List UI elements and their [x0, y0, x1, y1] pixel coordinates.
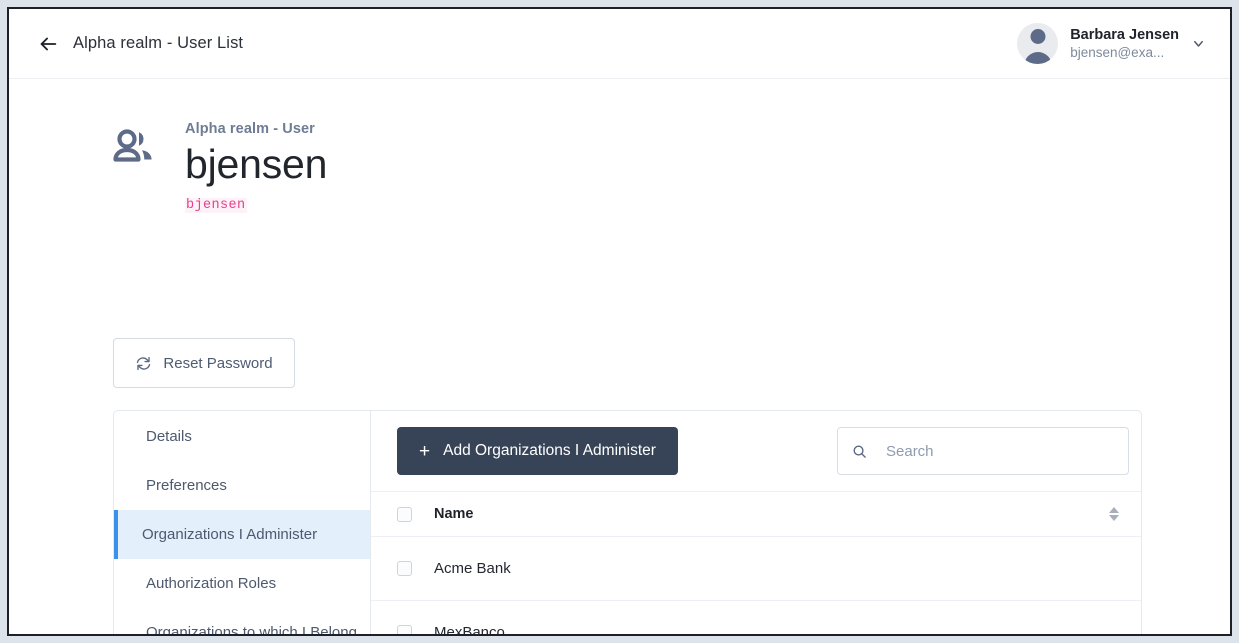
- sidebar-item-label: Organizations I Administer: [142, 526, 317, 543]
- sidebar-item-details[interactable]: Details: [114, 412, 370, 461]
- chevron-down-icon: [1191, 36, 1206, 51]
- back-button[interactable]: [33, 29, 63, 59]
- app-bar: Alpha realm - User List Barbara Jensen b…: [9, 9, 1230, 79]
- table-row[interactable]: Acme Bank: [371, 536, 1141, 600]
- page-title: bjensen: [185, 140, 327, 188]
- sidebar-item-label: Authorization Roles: [146, 575, 276, 592]
- reset-password-button[interactable]: Reset Password: [113, 338, 295, 388]
- user-email: bjensen@exa...: [1070, 44, 1179, 61]
- refresh-cycle-icon: [135, 355, 152, 372]
- search-input[interactable]: [886, 443, 1114, 460]
- reset-password-label: Reset Password: [163, 355, 272, 372]
- arrow-left-icon: [37, 33, 59, 55]
- sidebar-item-preferences[interactable]: Preferences: [114, 461, 370, 510]
- avatar-body: [1024, 52, 1052, 64]
- sidebar-item-authorization-roles[interactable]: Authorization Roles: [114, 559, 370, 608]
- row-checkbox[interactable]: [397, 625, 412, 636]
- table-toolbar: + Add Organizations I Administer: [371, 411, 1141, 491]
- user-menu-text: Barbara Jensen bjensen@exa...: [1070, 26, 1179, 62]
- app-bar-title: Alpha realm - User List: [73, 34, 243, 53]
- sidebar-item-label: Organizations to which I Belong: [146, 624, 357, 636]
- row-name: Acme Bank: [434, 560, 511, 577]
- user-name: Barbara Jensen: [1070, 26, 1179, 45]
- breadcrumb: Alpha realm - User: [185, 121, 327, 137]
- organizations-table: Name Acme Bank MexBanco: [371, 491, 1141, 636]
- sidebar-item-organizations-to-which-i-belong[interactable]: Organizations to which I Belong: [114, 608, 370, 636]
- select-all-checkbox[interactable]: [397, 507, 412, 522]
- user-menu[interactable]: Barbara Jensen bjensen@exa...: [1017, 23, 1206, 64]
- sidebar-item-label: Preferences: [146, 477, 227, 494]
- username-badge: bjensen: [185, 198, 247, 213]
- add-organizations-i-administer-button[interactable]: + Add Organizations I Administer: [397, 427, 678, 475]
- table-header-row: Name: [371, 491, 1141, 536]
- users-group-icon: [113, 129, 161, 174]
- card-main: + Add Organizations I Administer: [371, 411, 1141, 636]
- plus-icon: +: [419, 442, 430, 461]
- table-row[interactable]: MexBanco: [371, 600, 1141, 636]
- avatar-head: [1030, 29, 1045, 44]
- search-box[interactable]: [837, 427, 1129, 475]
- card-sidebar: Details Preferences Organizations I Admi…: [114, 411, 371, 636]
- avatar: [1017, 23, 1058, 64]
- column-header-name: Name: [434, 506, 474, 522]
- sort-asc-arrow: [1109, 507, 1119, 513]
- content-card: Details Preferences Organizations I Admi…: [113, 410, 1142, 636]
- sidebar-item-organizations-i-administer[interactable]: Organizations I Administer: [114, 510, 370, 559]
- page-header-text: Alpha realm - User bjensen bjensen: [185, 121, 327, 213]
- add-button-label: Add Organizations I Administer: [443, 442, 656, 460]
- page-body: Alpha realm - User bjensen bjensen Reset…: [9, 79, 1230, 635]
- row-checkbox[interactable]: [397, 561, 412, 576]
- sort-desc-arrow: [1109, 515, 1119, 521]
- app-window: Alpha realm - User List Barbara Jensen b…: [7, 7, 1232, 636]
- user-menu-caret[interactable]: [1191, 36, 1206, 51]
- search-icon: [852, 444, 867, 459]
- sort-updown-icon[interactable]: [1109, 507, 1119, 521]
- sidebar-item-label: Details: [146, 428, 192, 445]
- page-header: Alpha realm - User bjensen bjensen: [9, 79, 1230, 213]
- row-name: MexBanco: [434, 624, 505, 636]
